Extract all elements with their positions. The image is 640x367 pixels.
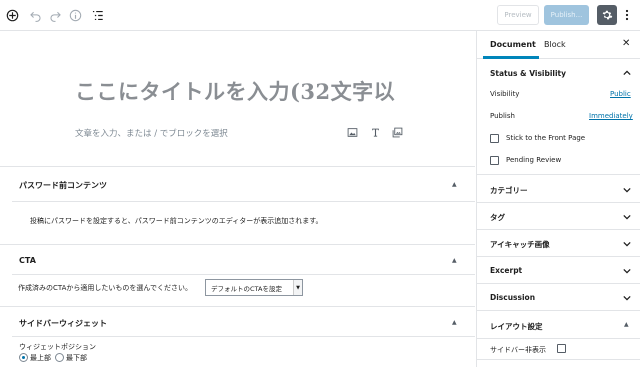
divider <box>477 229 640 230</box>
divider <box>477 174 640 175</box>
more-options-button[interactable] <box>620 5 634 25</box>
divider <box>12 274 475 275</box>
panel-categories-title[interactable]: カテゴリー <box>490 185 528 196</box>
radio-top[interactable] <box>19 353 28 362</box>
caret-up-icon[interactable]: ▲ <box>624 321 629 328</box>
metabox-cta-title[interactable]: CTA <box>19 256 36 265</box>
gear-icon <box>602 10 613 20</box>
sidebar-hide-label: サイドバー非表示 <box>490 346 546 354</box>
undo-icon[interactable] <box>26 6 44 24</box>
cta-select[interactable]: デフォルトのCTAを設定 ▼ <box>205 279 303 296</box>
sticky-label: Stick to the Front Page <box>506 134 586 142</box>
pending-review-checkbox[interactable] <box>490 156 499 165</box>
settings-button[interactable] <box>597 5 617 25</box>
active-tab-indicator <box>483 56 539 59</box>
caret-up-icon[interactable]: ▲ <box>452 319 457 326</box>
panel-status-visibility-title[interactable]: Status & Visibility <box>490 69 566 78</box>
widget-position-label: ウィジェットポジション <box>19 343 96 351</box>
caret-up-icon[interactable]: ▲ <box>452 257 457 264</box>
divider <box>477 283 640 284</box>
metabox-sidebar-widget-title[interactable]: サイドバーウィジェット <box>19 318 107 329</box>
sticky-checkbox[interactable] <box>490 134 499 143</box>
insert-heading-icon[interactable] <box>370 127 383 140</box>
panel-tags-title[interactable]: タグ <box>490 212 505 223</box>
divider <box>477 256 640 257</box>
metabox-password-content: パスワード前コンテンツ ▲ 投稿にパスワードを設定すると、パスワード前コンテンツ… <box>0 166 475 242</box>
more-vertical-icon <box>625 9 629 21</box>
insert-image-icon[interactable] <box>347 127 360 140</box>
chevron-up-icon[interactable] <box>623 69 631 77</box>
redo-icon[interactable] <box>46 6 64 24</box>
cta-select-value: デフォルトのCTAを設定 <box>211 284 282 293</box>
divider <box>477 338 640 339</box>
sidebar-tabs: Document Block ✕ <box>477 31 640 59</box>
insert-gallery-icon[interactable] <box>392 127 405 140</box>
caret-up-icon[interactable]: ▲ <box>452 181 457 188</box>
panel-excerpt-title[interactable]: Excerpt <box>490 266 522 275</box>
tab-document[interactable]: Document <box>490 40 536 49</box>
sidebar-hide-checkbox[interactable] <box>557 344 566 353</box>
post-title-input[interactable]: ここにタイトルを入力(32文字以 <box>75 76 395 106</box>
publish-button[interactable]: Publish... <box>544 5 589 25</box>
metabox-password-title[interactable]: パスワード前コンテンツ <box>19 180 107 191</box>
publish-date-toggle[interactable]: Immediately <box>589 112 633 120</box>
pending-review-label: Pending Review <box>506 156 562 164</box>
divider <box>477 202 640 203</box>
metabox-password-description: 投稿にパスワードを設定すると、パスワード前コンテンツのエディターが表示追加されま… <box>30 217 323 225</box>
panel-layout-title[interactable]: レイアウト設定 <box>490 321 543 332</box>
editor-canvas: ここにタイトルを入力(32文字以 文章を入力、または / でブロックを選択 パス… <box>0 31 475 367</box>
chevron-down-icon[interactable] <box>623 240 631 248</box>
info-icon[interactable] <box>66 6 84 24</box>
metabox-cta-instruction: 作成済みのCTAから適用したいものを選んでください。 <box>18 284 193 292</box>
visibility-toggle[interactable]: Public <box>610 90 631 98</box>
publish-date-label: Publish <box>490 112 515 120</box>
block-navigation-icon[interactable] <box>88 6 106 24</box>
select-arrow-icon: ▼ <box>293 280 302 295</box>
add-block-icon[interactable] <box>3 6 21 24</box>
settings-sidebar: Document Block ✕ Status & Visibility Vis… <box>476 31 640 367</box>
chevron-down-icon[interactable] <box>623 186 631 194</box>
visibility-label: Visibility <box>490 90 520 98</box>
preview-button[interactable]: Preview <box>497 5 539 25</box>
close-icon[interactable]: ✕ <box>622 38 630 49</box>
chevron-down-icon[interactable] <box>623 294 631 302</box>
divider <box>477 310 640 311</box>
radio-top-label: 最上部 <box>30 354 51 362</box>
editor-toolbar: Preview Publish... <box>0 0 640 31</box>
divider <box>477 359 640 360</box>
chevron-down-icon[interactable] <box>623 213 631 221</box>
metabox-cta: CTA ▲ <box>0 244 475 307</box>
divider <box>12 201 475 202</box>
panel-featured-image-title[interactable]: アイキャッチ画像 <box>490 239 550 250</box>
radio-bottom[interactable] <box>55 353 64 362</box>
tab-block[interactable]: Block <box>544 40 566 49</box>
radio-bottom-label: 最下部 <box>66 354 87 362</box>
panel-discussion-title[interactable]: Discussion <box>490 293 535 302</box>
default-block-appender[interactable]: 文章を入力、または / でブロックを選択 <box>75 127 228 139</box>
metabox-sidebar-widget: サイドバーウィジェット ▲ ウィジェットポジション 最上部 最下部 <box>0 306 475 367</box>
divider <box>12 336 475 337</box>
chevron-down-icon[interactable] <box>623 267 631 275</box>
